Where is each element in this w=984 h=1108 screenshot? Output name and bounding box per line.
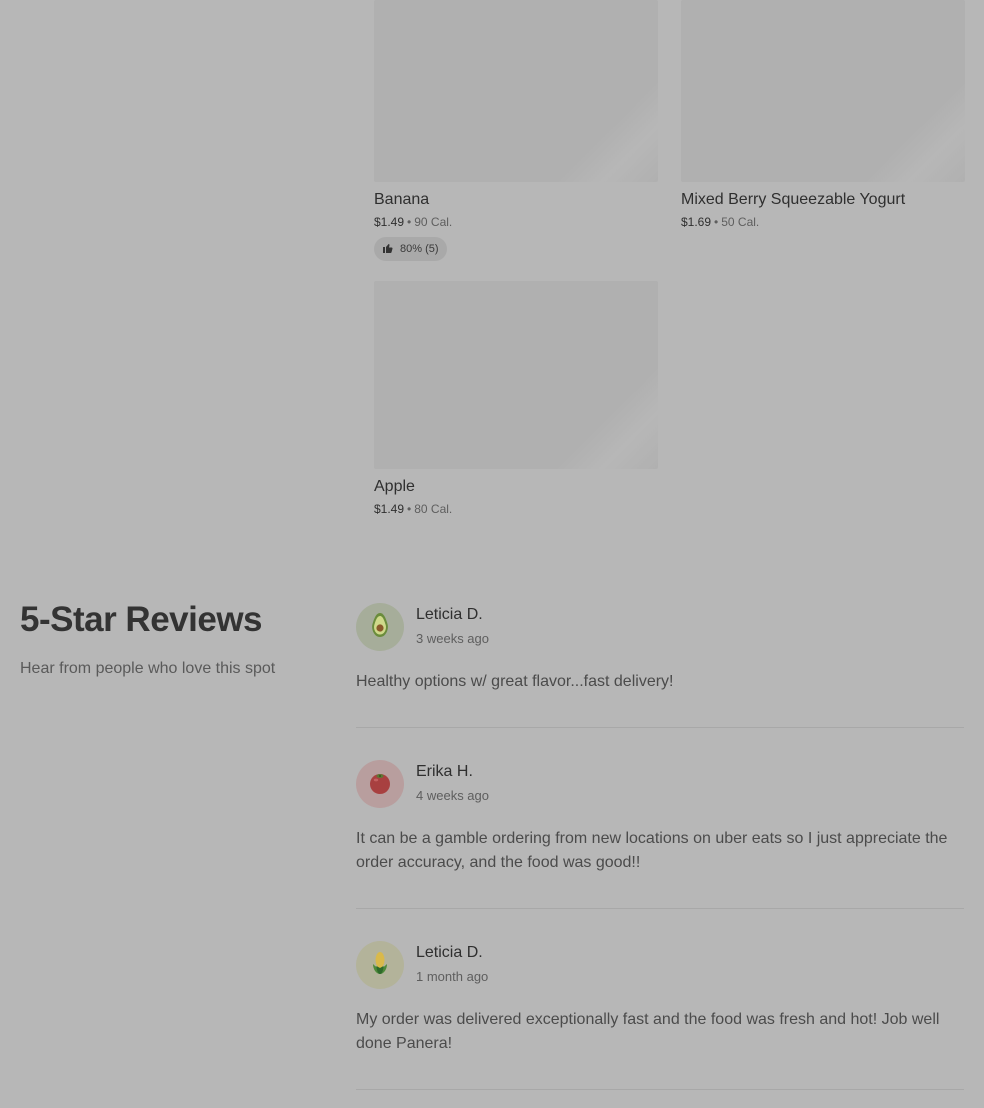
product-calories: 90 Cal. (414, 215, 453, 229)
review-text: My order was delivered exceptionally fas… (356, 1011, 940, 1052)
review-time: 3 weeks ago (416, 631, 489, 646)
review-author: Leticia D. (416, 944, 483, 961)
store-page: Banana $1.49 • 90 Cal. 80% (5) Mixed Berry… (0, 0, 984, 1108)
product-meta: $1.49 • 80 Cal. (374, 499, 658, 519)
separator-dot: • (714, 215, 719, 229)
review-text: It can be a gamble ordering from new loc… (356, 830, 948, 871)
review-text: Healthy options w/ great flavor...fast d… (356, 673, 674, 690)
product-price: $1.49 (374, 215, 405, 229)
review-time: 1 month ago (416, 969, 489, 984)
product-image[interactable] (374, 281, 658, 469)
product-name[interactable]: Mixed Berry Squeezable Yogurt (681, 188, 965, 212)
product-calories: 50 Cal. (721, 215, 760, 229)
product-image[interactable] (374, 0, 658, 182)
tomato-icon (365, 767, 395, 802)
avatar (356, 603, 404, 651)
avocado-icon (365, 610, 395, 645)
review-meta: Leticia D. 1 month ago (416, 941, 488, 990)
rating-badge: 80% (5) (374, 237, 447, 261)
product-price: $1.69 (681, 215, 712, 229)
rating-text: 80% (5) (400, 243, 439, 255)
review-header: Erika H. 4 weeks ago (356, 760, 964, 809)
review-item: Leticia D. 1 month ago My order was deli… (356, 941, 964, 1090)
review-meta: Leticia D. 3 weeks ago (416, 603, 489, 652)
reviews-title: 5-Star Reviews (20, 600, 263, 639)
review-item: Leticia D. 3 weeks ago Healthy options w… (356, 603, 964, 728)
review-author: Leticia D. (416, 606, 483, 623)
product-meta: $1.49 • 90 Cal. (374, 212, 658, 232)
product-name[interactable]: Banana (374, 188, 658, 212)
review-meta: Erika H. 4 weeks ago (416, 760, 489, 809)
review-header: Leticia D. 1 month ago (356, 941, 964, 990)
corn-icon (365, 948, 395, 983)
review-item: Erika H. 4 weeks ago It can be a gamble … (356, 760, 964, 909)
thumbs-up-icon (382, 242, 394, 257)
product-calories: 80 Cal. (414, 502, 453, 516)
product-name[interactable]: Apple (374, 475, 658, 499)
avatar (356, 941, 404, 989)
product-meta: $1.69 • 50 Cal. (681, 212, 965, 232)
separator-dot: • (407, 215, 412, 229)
reviews-subtitle: Hear from people who love this spot (20, 660, 276, 677)
product-card-banana[interactable]: Banana $1.49 • 90 Cal. 80% (5) (374, 0, 658, 261)
avatar (356, 760, 404, 808)
separator-dot: • (407, 502, 412, 516)
product-image[interactable] (681, 0, 965, 182)
review-header: Leticia D. 3 weeks ago (356, 603, 964, 652)
review-time: 4 weeks ago (416, 788, 489, 803)
review-author: Erika H. (416, 763, 473, 780)
product-card-mixed-berry-yogurt[interactable]: Mixed Berry Squeezable Yogurt $1.69 • 50 C… (681, 0, 965, 232)
product-price: $1.49 (374, 502, 405, 516)
product-card-apple[interactable]: Apple $1.49 • 80 Cal. (374, 281, 658, 519)
